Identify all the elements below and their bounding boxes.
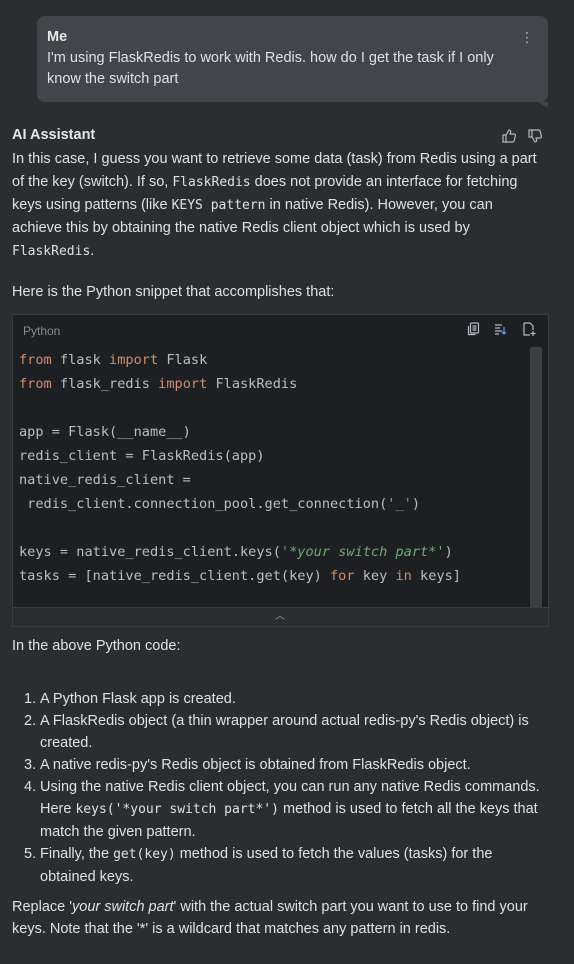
code-line-6: native_redis_client = <box>19 472 191 488</box>
code-toolbar <box>467 322 536 341</box>
code-collapse-bar[interactable]: ︿ <box>13 607 548 626</box>
closing-paragraph: Replace 'your switch part' with the actu… <box>12 899 528 937</box>
explanation-list: 1. A Python Flask app is created. 2. A Fla… <box>12 688 542 888</box>
code-line-4: app = Flask(__name__) <box>19 424 191 440</box>
list-item: 3. A native redis-py's Redis object is ob… <box>24 757 471 773</box>
inline-code: KEYS pattern <box>171 198 266 213</box>
copy-icon[interactable] <box>467 322 480 341</box>
thumbs-down-icon[interactable] <box>527 128 543 144</box>
assistant-header: AI Assistant <box>12 127 547 147</box>
code-line-9: keys = native_redis_client.keys('*your s… <box>19 544 453 560</box>
inline-code: get(key) <box>113 847 176 862</box>
code-block: Python from flask import Flask from flas… <box>12 314 549 627</box>
code-line-10: tasks = [native_redis_client.get(key) fo… <box>19 568 461 584</box>
feedback-buttons <box>501 128 543 144</box>
user-author-name: Me <box>47 29 68 45</box>
list-item: 2. A FlaskRedis object (a thin wrapper ar… <box>24 713 529 751</box>
inline-code: keys('*your switch part*') <box>75 802 279 817</box>
thumbs-up-icon[interactable] <box>501 128 517 144</box>
list-item: 5. Finally, the get(key) method is used t… <box>24 846 493 885</box>
new-file-icon[interactable] <box>522 322 536 341</box>
code-content[interactable]: from flask import Flask from flask_redis… <box>19 348 539 588</box>
assistant-author-name: AI Assistant <box>12 127 96 143</box>
snippet-intro-text: Here is the Python snippet that accompli… <box>12 284 335 300</box>
kebab-icon[interactable]: ⋮ <box>520 30 534 44</box>
user-message-text: I'm using FlaskRedis to work with Redis.… <box>47 50 494 87</box>
code-line-5: redis_client = FlaskRedis(app) <box>19 448 265 464</box>
chevron-up-icon[interactable]: ︿ <box>275 607 285 622</box>
list-item: 4. Using the native Redis client object, … <box>24 779 540 840</box>
after-code-text: In the above Python code: <box>12 638 181 654</box>
code-language-label: Python <box>23 324 61 338</box>
emphasis-text: your switch part <box>72 899 174 915</box>
code-scrollbar[interactable] <box>530 347 542 609</box>
list-item: 1. A Python Flask app is created. <box>24 691 236 707</box>
insert-snippet-icon[interactable] <box>494 322 508 341</box>
code-line-7: redis_client.connection_pool.get_connect… <box>19 496 421 512</box>
code-line-1: from flask import Flask <box>19 352 208 368</box>
code-line-2: from flask_redis import FlaskRedis <box>19 376 298 392</box>
inline-code: FlaskRedis <box>12 244 91 259</box>
assistant-intro-paragraph: In this case, I guess you want to retrie… <box>12 151 537 259</box>
user-message-bubble: Me I'm using FlaskRedis to work with Red… <box>37 16 548 108</box>
inline-code: FlaskRedis <box>172 175 251 190</box>
